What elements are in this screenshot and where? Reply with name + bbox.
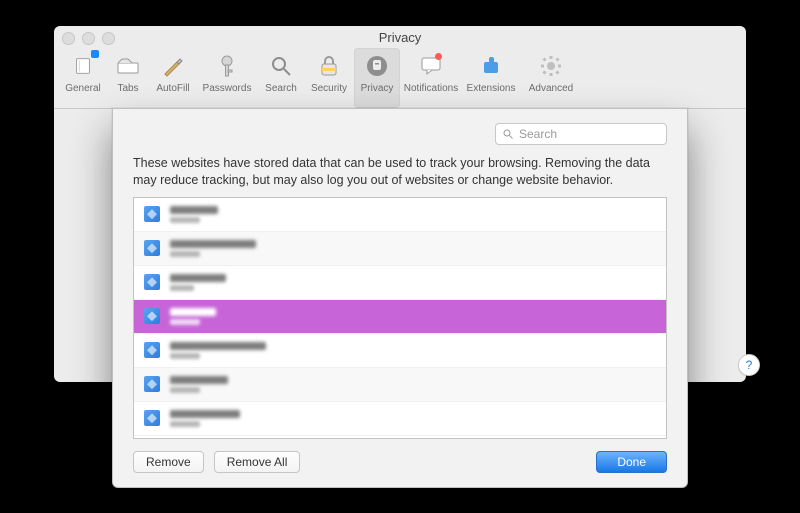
tab-label: Search: [265, 83, 297, 94]
titlebar: Privacy: [54, 26, 746, 48]
tab-label: Advanced: [529, 83, 573, 94]
tab-label: Privacy: [361, 83, 394, 94]
manage-website-data-sheet: Search These websites have stored data t…: [112, 108, 688, 488]
site-domain: [170, 240, 256, 248]
extensions-icon: [477, 52, 505, 80]
zoom-window[interactable]: [102, 32, 115, 45]
site-subtext: [170, 387, 200, 393]
search-placeholder: Search: [519, 127, 557, 141]
passwords-icon: [213, 52, 241, 80]
window-controls: [62, 32, 115, 45]
site-favicon: [144, 206, 160, 222]
done-button[interactable]: Done: [596, 451, 667, 473]
list-item[interactable]: [134, 266, 666, 300]
tab-label: Notifications: [404, 83, 458, 94]
list-item[interactable]: [134, 334, 666, 368]
tab-tabs[interactable]: Tabs: [108, 48, 148, 108]
tab-label: Tabs: [117, 83, 138, 94]
site-domain: [170, 410, 240, 418]
site-subtext: [170, 217, 200, 223]
site-domain: [170, 308, 216, 316]
privacy-icon: [363, 52, 391, 80]
tab-autofill[interactable]: AutoFill: [150, 48, 196, 108]
tab-advanced[interactable]: Advanced: [522, 48, 580, 108]
tab-label: General: [65, 83, 101, 94]
search-field[interactable]: Search: [495, 123, 667, 145]
security-icon: [315, 52, 343, 80]
site-favicon: [144, 410, 160, 426]
site-favicon: [144, 308, 160, 324]
tab-search[interactable]: Search: [258, 48, 304, 108]
minimize-window[interactable]: [82, 32, 95, 45]
list-item[interactable]: [134, 300, 666, 334]
site-subtext: [170, 421, 200, 427]
site-text: [170, 240, 256, 257]
site-subtext: [170, 285, 194, 291]
close-window[interactable]: [62, 32, 75, 45]
list-item[interactable]: [134, 198, 666, 232]
tab-label: Security: [311, 83, 347, 94]
list-item[interactable]: [134, 368, 666, 402]
notifications-icon: [417, 52, 445, 80]
site-text: [170, 206, 218, 223]
tab-general[interactable]: General: [60, 48, 106, 108]
tab-notifications[interactable]: Notifications: [402, 48, 460, 108]
site-text: [170, 376, 228, 393]
general-icon: [69, 52, 97, 80]
search-icon: [502, 128, 514, 140]
list-item[interactable]: [134, 232, 666, 266]
tab-label: AutoFill: [156, 83, 189, 94]
search-icon: [267, 52, 295, 80]
site-favicon: [144, 376, 160, 392]
tab-extensions[interactable]: Extensions: [462, 48, 520, 108]
window-title: Privacy: [379, 30, 422, 45]
tab-label: Passwords: [203, 83, 252, 94]
advanced-icon: [537, 52, 565, 80]
tab-security[interactable]: Security: [306, 48, 352, 108]
site-text: [170, 274, 226, 291]
remove-button[interactable]: Remove: [133, 451, 204, 473]
site-text: [170, 342, 266, 359]
site-subtext: [170, 251, 200, 257]
site-subtext: [170, 319, 200, 325]
tab-label: Extensions: [467, 83, 516, 94]
tab-passwords[interactable]: Passwords: [198, 48, 256, 108]
site-domain: [170, 342, 266, 350]
site-domain: [170, 206, 218, 214]
site-text: [170, 410, 240, 427]
tabs-icon: [114, 52, 142, 80]
site-favicon: [144, 240, 160, 256]
site-text: [170, 308, 216, 325]
site-domain: [170, 274, 226, 282]
site-favicon: [144, 274, 160, 290]
sheet-footer: Remove Remove All Done: [133, 451, 667, 473]
site-favicon: [144, 342, 160, 358]
tab-privacy[interactable]: Privacy: [354, 48, 400, 108]
sheet-description: These websites have stored data that can…: [133, 155, 667, 189]
remove-all-button[interactable]: Remove All: [214, 451, 301, 473]
website-data-list[interactable]: [133, 197, 667, 439]
list-item[interactable]: [134, 402, 666, 436]
preferences-toolbar: General Tabs AutoFill Passwords: [54, 48, 746, 109]
autofill-icon: [159, 52, 187, 80]
site-subtext: [170, 353, 200, 359]
help-button[interactable]: ?: [738, 354, 760, 376]
site-domain: [170, 376, 228, 384]
